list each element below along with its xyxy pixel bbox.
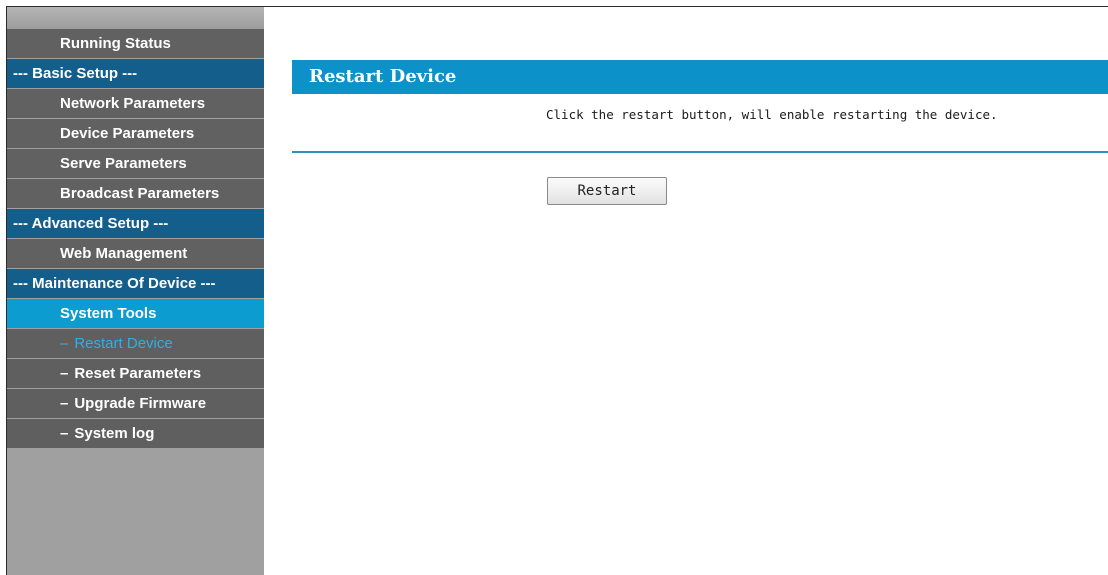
main-content: Restart Device Click the restart button,… <box>292 7 1108 575</box>
sidebar-item-label: Reset Parameters <box>74 365 202 382</box>
sidebar-item-upgrade-firmware[interactable]: – Upgrade Firmware <box>7 389 264 418</box>
section-divider <box>292 151 1108 153</box>
sidebar-item-reset-parameters[interactable]: – Reset Parameters <box>7 359 264 388</box>
sidebar-item-device-parameters[interactable]: Device Parameters <box>7 119 264 148</box>
sidebar-item-serve-parameters[interactable]: Serve Parameters <box>7 149 264 178</box>
sidebar-nav: Running Status --- Basic Setup --- Netwo… <box>7 7 264 575</box>
sidebar-item-running-status[interactable]: Running Status <box>7 29 264 58</box>
dash-glyph: – <box>60 365 69 382</box>
sidebar-section-basic-setup: --- Basic Setup --- <box>7 59 264 88</box>
restart-button[interactable]: Restart <box>547 177 667 205</box>
restart-description: Click the restart button, will enable re… <box>546 107 998 122</box>
page-title: Restart Device <box>292 60 1108 94</box>
sidebar-item-broadcast-parameters[interactable]: Broadcast Parameters <box>7 179 264 208</box>
sidebar-section-advanced-setup: --- Advanced Setup --- <box>7 209 264 238</box>
sidebar-item-system-log[interactable]: – System log <box>7 419 264 448</box>
sidebar-top-spacer <box>7 7 264 29</box>
dash-glyph: – <box>60 425 69 442</box>
sidebar-item-network-parameters[interactable]: Network Parameters <box>7 89 264 118</box>
dash-glyph: – <box>60 395 69 412</box>
dash-glyph: – <box>60 335 69 352</box>
sidebar-item-web-management[interactable]: Web Management <box>7 239 264 268</box>
sidebar-item-label: Restart Device <box>74 335 173 352</box>
sidebar-section-maintenance: --- Maintenance Of Device --- <box>7 269 264 298</box>
sidebar-item-label: Upgrade Firmware <box>74 395 207 412</box>
sidebar-item-label: System log <box>74 425 155 442</box>
sidebar-item-system-tools[interactable]: System Tools <box>7 299 264 328</box>
sidebar-item-restart-device[interactable]: – Restart Device <box>7 329 264 358</box>
